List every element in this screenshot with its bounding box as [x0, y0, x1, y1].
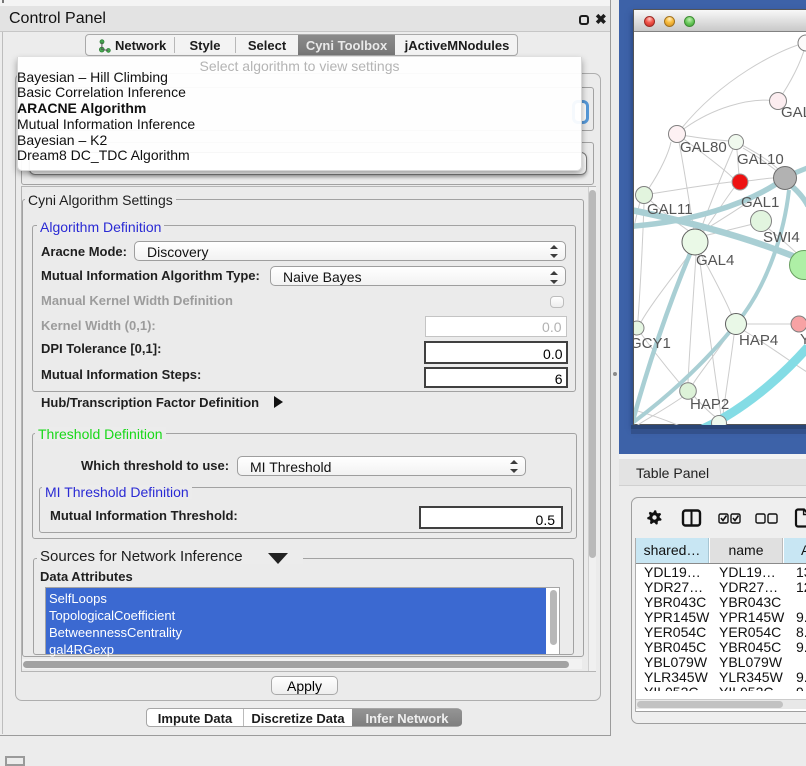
svg-text:GAL11: GAL11 — [647, 201, 693, 218]
svg-text:GAL10: GAL10 — [737, 151, 784, 168]
svg-text:SWI4: SWI4 — [763, 229, 800, 246]
svg-text:GAL7: GAL7 — [781, 104, 806, 121]
svg-text:GAL80: GAL80 — [680, 139, 727, 156]
svg-text:GAL1: GAL1 — [741, 194, 779, 211]
svg-text:GCY1: GCY1 — [634, 335, 671, 352]
svg-text:HAP4: HAP4 — [739, 332, 778, 349]
svg-text:HAP2: HAP2 — [690, 396, 729, 413]
svg-text:GAL4: GAL4 — [696, 252, 734, 269]
svg-text:Y: Y — [800, 331, 806, 348]
